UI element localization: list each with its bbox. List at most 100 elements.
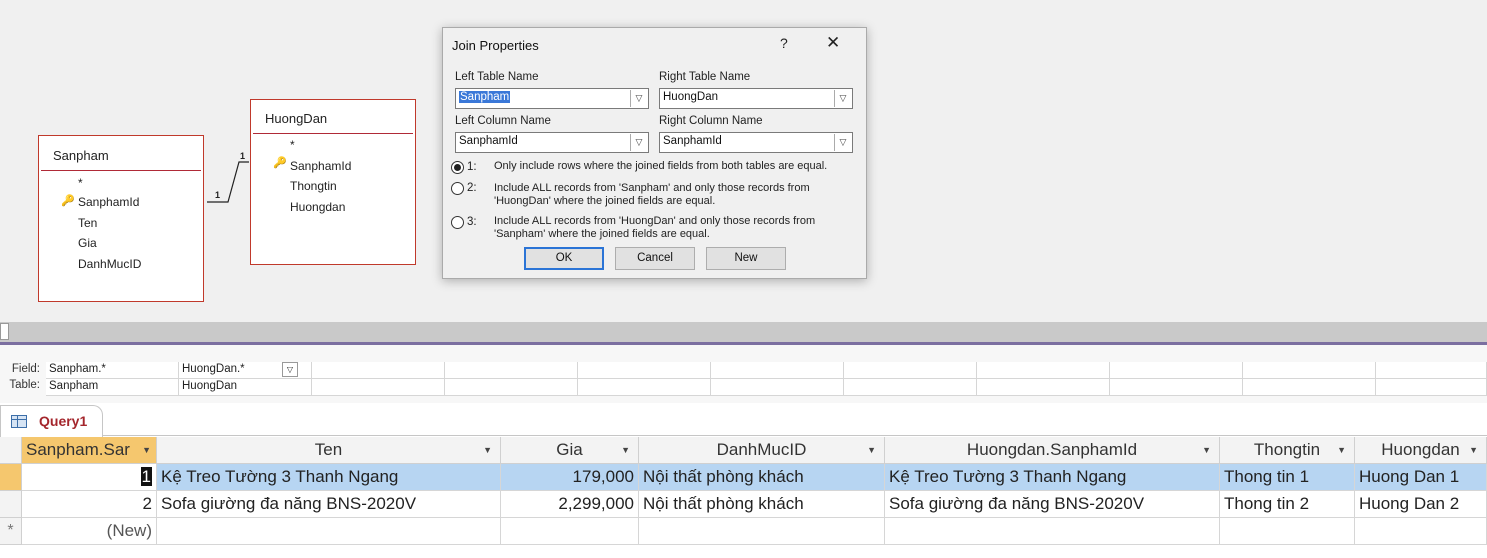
field-item[interactable]: * bbox=[290, 138, 295, 152]
column-header[interactable]: Huongdan ▼ bbox=[1355, 437, 1487, 464]
qbe-field-cell[interactable] bbox=[445, 362, 578, 379]
qbe-field-cell[interactable] bbox=[1243, 362, 1376, 379]
chevron-down-icon[interactable]: ▼ bbox=[867, 437, 876, 463]
new-row-marker[interactable]: * bbox=[0, 518, 22, 545]
table-huongdan[interactable]: HuongDan * 🔑 SanphamId Thongtin Huongdan bbox=[250, 99, 416, 265]
qbe-field-cell[interactable] bbox=[1376, 362, 1487, 379]
field-item[interactable]: Huongdan bbox=[290, 200, 345, 214]
join-option-3-text[interactable]: Include ALL records from 'HuongDan' and … bbox=[494, 215, 866, 241]
chevron-down-icon[interactable]: ▽ bbox=[630, 90, 647, 107]
table-cell[interactable] bbox=[157, 518, 501, 545]
table-cell[interactable] bbox=[885, 518, 1220, 545]
table-cell[interactable]: Thong tin 2 bbox=[1220, 491, 1355, 518]
qbe-table-cell[interactable] bbox=[312, 379, 445, 396]
field-item[interactable]: Thongtin bbox=[290, 179, 337, 193]
qbe-field-cell[interactable] bbox=[711, 362, 844, 379]
left-table-select[interactable]: Sanpham ▽ bbox=[455, 88, 649, 109]
right-column-select[interactable]: SanphamId ▽ bbox=[659, 132, 853, 153]
datasheet[interactable]: Sanpham.Sar ▼ Ten ▼ Gia ▼ DanhMucID ▼ Hu… bbox=[0, 437, 1487, 558]
qbe-field-cell[interactable] bbox=[1110, 362, 1243, 379]
join-line[interactable]: 1 1 bbox=[204, 150, 252, 210]
splitter-handle[interactable] bbox=[0, 323, 9, 340]
chevron-down-icon[interactable]: ▽ bbox=[834, 134, 851, 151]
column-header[interactable]: Thongtin ▼ bbox=[1220, 437, 1355, 464]
chevron-down-icon[interactable]: ▼ bbox=[1337, 437, 1346, 463]
qbe-field-cell[interactable] bbox=[977, 362, 1110, 379]
table-cell[interactable]: Huong Dan 1 bbox=[1355, 464, 1487, 491]
table-cell[interactable]: 2,299,000 bbox=[501, 491, 639, 518]
table-cell[interactable]: Huong Dan 2 bbox=[1355, 491, 1487, 518]
qbe-field-cell[interactable] bbox=[578, 362, 711, 379]
qbe-table-cell[interactable] bbox=[844, 379, 977, 396]
qbe-table-cell[interactable] bbox=[977, 379, 1110, 396]
chevron-down-icon[interactable]: ▼ bbox=[621, 437, 630, 463]
table-cell[interactable]: Kệ Treo Tường 3 Thanh Ngang bbox=[157, 464, 501, 491]
table-cell[interactable]: 2 bbox=[22, 491, 157, 518]
chevron-down-icon[interactable]: ▼ bbox=[1202, 437, 1211, 463]
join-properties-dialog[interactable]: Join Properties ? ✕ Left Table Name Sanp… bbox=[442, 27, 867, 279]
qbe-table-cell[interactable] bbox=[711, 379, 844, 396]
row-selector[interactable] bbox=[0, 491, 22, 518]
row-selector[interactable] bbox=[0, 464, 22, 491]
field-item[interactable]: DanhMucID bbox=[78, 257, 141, 271]
qbe-table-cell[interactable]: Sanpham bbox=[46, 379, 179, 396]
qbe-table-cell[interactable] bbox=[445, 379, 578, 396]
table-sanpham[interactable]: Sanpham * 🔑 SanphamId Ten Gia DanhMucID bbox=[38, 135, 204, 302]
chevron-down-icon[interactable]: ▼ bbox=[142, 437, 151, 463]
tab-query1[interactable]: Query1 bbox=[0, 405, 103, 437]
qbe-table-cell[interactable] bbox=[1376, 379, 1487, 396]
cancel-button[interactable]: Cancel bbox=[615, 247, 695, 270]
left-column-select[interactable]: SanphamId ▽ bbox=[455, 132, 649, 153]
join-option-2-text[interactable]: Include ALL records from 'Sanpham' and o… bbox=[494, 182, 866, 208]
join-option-1-text[interactable]: Only include rows where the joined field… bbox=[494, 160, 866, 173]
select-all-corner[interactable] bbox=[0, 437, 22, 464]
qbe-field-cell[interactable] bbox=[844, 362, 977, 379]
field-item[interactable]: SanphamId bbox=[78, 195, 139, 209]
help-button[interactable]: ? bbox=[780, 35, 788, 51]
chevron-down-icon[interactable]: ▽ bbox=[834, 90, 851, 107]
field-item[interactable]: Gia bbox=[78, 236, 97, 250]
table-cell[interactable]: Thong tin 1 bbox=[1220, 464, 1355, 491]
join-option-3-radio[interactable] bbox=[451, 216, 464, 229]
chevron-down-icon[interactable]: ▽ bbox=[282, 362, 298, 377]
qbe-table-cell[interactable] bbox=[1110, 379, 1243, 396]
pane-splitter[interactable] bbox=[0, 322, 1487, 342]
chevron-down-icon[interactable]: ▼ bbox=[483, 437, 492, 463]
join-option-1-radio[interactable] bbox=[451, 161, 464, 174]
ok-button[interactable]: OK bbox=[524, 247, 604, 270]
qbe-field-cell[interactable]: Sanpham.* bbox=[46, 362, 179, 379]
column-header[interactable]: DanhMucID ▼ bbox=[639, 437, 885, 464]
table-cell[interactable] bbox=[1355, 518, 1487, 545]
table-cell[interactable]: Nội thất phòng khách bbox=[639, 464, 885, 491]
table-cell[interactable]: Kệ Treo Tường 3 Thanh Ngang bbox=[885, 464, 1220, 491]
table-cell[interactable]: 1 bbox=[22, 464, 157, 491]
table-cell[interactable]: Sofa giường đa năng BNS-2020V bbox=[157, 491, 501, 518]
new-row-cell[interactable]: (New) bbox=[22, 518, 157, 545]
qbe-grid[interactable]: Field: Table: Sanpham.* Sanpham HuongDan… bbox=[0, 345, 1487, 403]
qbe-field-cell[interactable]: HuongDan.* ▽ bbox=[179, 362, 312, 379]
new-button[interactable]: New bbox=[706, 247, 786, 270]
chevron-down-icon[interactable]: ▼ bbox=[1469, 437, 1478, 463]
table-cell[interactable] bbox=[1220, 518, 1355, 545]
qbe-field-cell[interactable] bbox=[312, 362, 445, 379]
field-item[interactable]: SanphamId bbox=[290, 159, 351, 173]
right-table-select[interactable]: HuongDan ▽ bbox=[659, 88, 853, 109]
qbe-table-cell[interactable] bbox=[578, 379, 711, 396]
table-cell[interactable]: Sofa giường đa năng BNS-2020V bbox=[885, 491, 1220, 518]
query-design-area[interactable]: Sanpham * 🔑 SanphamId Ten Gia DanhMucID … bbox=[0, 0, 1487, 322]
column-header[interactable]: Ten ▼ bbox=[157, 437, 501, 464]
qbe-table-cell[interactable]: HuongDan bbox=[179, 379, 312, 396]
column-header[interactable]: Gia ▼ bbox=[501, 437, 639, 464]
table-cell[interactable]: 179,000 bbox=[501, 464, 639, 491]
field-item[interactable]: Ten bbox=[78, 216, 97, 230]
chevron-down-icon[interactable]: ▽ bbox=[630, 134, 647, 151]
table-cell[interactable]: Nội thất phòng khách bbox=[639, 491, 885, 518]
field-item[interactable]: * bbox=[78, 176, 83, 190]
qbe-table-cell[interactable] bbox=[1243, 379, 1376, 396]
table-cell[interactable] bbox=[501, 518, 639, 545]
column-header[interactable]: Sanpham.Sar ▼ bbox=[22, 437, 157, 464]
column-header[interactable]: Huongdan.SanphamId ▼ bbox=[885, 437, 1220, 464]
join-option-2-radio[interactable] bbox=[451, 182, 464, 195]
table-cell[interactable] bbox=[639, 518, 885, 545]
close-icon[interactable]: ✕ bbox=[826, 33, 840, 53]
